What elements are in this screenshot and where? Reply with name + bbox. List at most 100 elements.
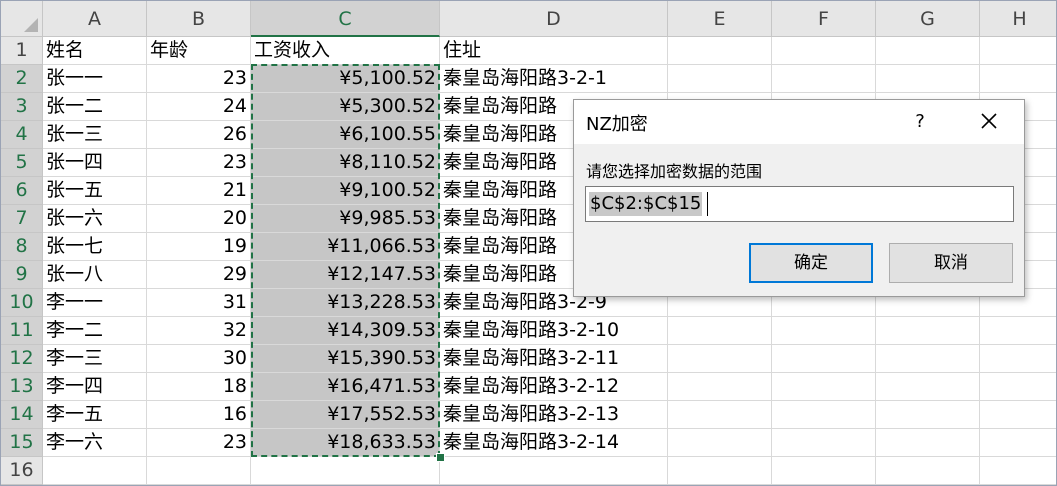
- empty-cell[interactable]: [876, 37, 980, 65]
- empty-cell[interactable]: [876, 429, 980, 457]
- income-cell[interactable]: ¥6,100.55: [251, 121, 440, 149]
- column-header-h[interactable]: H: [980, 1, 1056, 37]
- row-header-8[interactable]: 8: [1, 233, 43, 261]
- row-header-16[interactable]: 16: [1, 457, 43, 485]
- empty-cell[interactable]: [772, 429, 876, 457]
- age-cell[interactable]: 21: [147, 177, 251, 205]
- empty-cell[interactable]: [876, 345, 980, 373]
- empty-cell[interactable]: [772, 401, 876, 429]
- row-header-14[interactable]: 14: [1, 401, 43, 429]
- empty-cell[interactable]: [772, 457, 876, 485]
- empty-cell[interactable]: [772, 65, 876, 93]
- income-cell[interactable]: ¥14,309.53: [251, 317, 440, 345]
- age-cell[interactable]: 18: [147, 373, 251, 401]
- income-cell[interactable]: ¥18,633.53: [251, 429, 440, 457]
- empty-cell[interactable]: [668, 373, 772, 401]
- header-cell-address[interactable]: 住址: [440, 37, 668, 65]
- name-cell[interactable]: 李一一: [43, 289, 147, 317]
- age-cell[interactable]: 16: [147, 401, 251, 429]
- row-header-3[interactable]: 3: [1, 93, 43, 121]
- column-header-c[interactable]: C: [251, 1, 440, 37]
- name-cell[interactable]: 张一六: [43, 205, 147, 233]
- income-cell[interactable]: ¥5,300.52: [251, 93, 440, 121]
- income-cell[interactable]: ¥17,552.53: [251, 401, 440, 429]
- name-cell[interactable]: 李一四: [43, 373, 147, 401]
- age-cell[interactable]: 23: [147, 429, 251, 457]
- empty-cell[interactable]: [668, 65, 772, 93]
- close-button[interactable]: [974, 108, 1004, 136]
- row-header-7[interactable]: 7: [1, 205, 43, 233]
- name-cell[interactable]: 张一二: [43, 93, 147, 121]
- income-cell[interactable]: ¥9,100.52: [251, 177, 440, 205]
- header-cell-name[interactable]: 姓名: [43, 37, 147, 65]
- age-cell[interactable]: 32: [147, 317, 251, 345]
- empty-cell[interactable]: [876, 373, 980, 401]
- empty-cell[interactable]: [980, 429, 1056, 457]
- empty-cell[interactable]: [876, 457, 980, 485]
- column-header-a[interactable]: A: [43, 1, 147, 37]
- address-cell[interactable]: 秦皇岛海阳路3-2-11: [440, 345, 668, 373]
- income-cell[interactable]: ¥12,147.53: [251, 261, 440, 289]
- empty-cell[interactable]: [772, 373, 876, 401]
- age-cell[interactable]: 30: [147, 345, 251, 373]
- address-cell[interactable]: 秦皇岛海阳路3-2-13: [440, 401, 668, 429]
- column-header-f[interactable]: F: [772, 1, 876, 37]
- column-header-g[interactable]: G: [876, 1, 980, 37]
- address-cell[interactable]: 秦皇岛海阳路3-2-10: [440, 317, 668, 345]
- row-header-12[interactable]: 12: [1, 345, 43, 373]
- empty-cell[interactable]: [876, 317, 980, 345]
- row-header-15[interactable]: 15: [1, 429, 43, 457]
- age-cell[interactable]: 20: [147, 205, 251, 233]
- age-cell[interactable]: 26: [147, 121, 251, 149]
- empty-cell[interactable]: [668, 457, 772, 485]
- income-cell[interactable]: ¥15,390.53: [251, 345, 440, 373]
- empty-cell[interactable]: [876, 401, 980, 429]
- income-cell[interactable]: ¥11,066.53: [251, 233, 440, 261]
- dialog-titlebar[interactable]: NZ加密 ?: [574, 100, 1024, 144]
- empty-cell[interactable]: [440, 457, 668, 485]
- empty-cell[interactable]: [251, 457, 440, 485]
- empty-cell[interactable]: [980, 373, 1056, 401]
- age-cell[interactable]: 23: [147, 65, 251, 93]
- column-header-d[interactable]: D: [440, 1, 668, 37]
- name-cell[interactable]: 李一六: [43, 429, 147, 457]
- fill-handle[interactable]: [436, 453, 445, 462]
- empty-cell[interactable]: [980, 65, 1056, 93]
- row-header-4[interactable]: 4: [1, 121, 43, 149]
- address-cell[interactable]: 秦皇岛海阳路3-2-1: [440, 65, 668, 93]
- row-header-2[interactable]: 2: [1, 65, 43, 93]
- age-cell[interactable]: 19: [147, 233, 251, 261]
- row-header-10[interactable]: 10: [1, 289, 43, 317]
- cancel-button[interactable]: 取消: [889, 243, 1013, 283]
- help-button[interactable]: ?: [906, 108, 934, 136]
- income-cell[interactable]: ¥16,471.53: [251, 373, 440, 401]
- income-cell[interactable]: ¥9,985.53: [251, 205, 440, 233]
- empty-cell[interactable]: [980, 317, 1056, 345]
- empty-cell[interactable]: [668, 401, 772, 429]
- name-cell[interactable]: 张一八: [43, 261, 147, 289]
- empty-cell[interactable]: [980, 345, 1056, 373]
- row-header-9[interactable]: 9: [1, 261, 43, 289]
- empty-cell[interactable]: [668, 429, 772, 457]
- empty-cell[interactable]: [772, 317, 876, 345]
- row-header-11[interactable]: 11: [1, 317, 43, 345]
- empty-cell[interactable]: [43, 457, 147, 485]
- name-cell[interactable]: 李一三: [43, 345, 147, 373]
- empty-cell[interactable]: [668, 317, 772, 345]
- address-cell[interactable]: 秦皇岛海阳路3-2-14: [440, 429, 668, 457]
- income-cell[interactable]: ¥8,110.52: [251, 149, 440, 177]
- age-cell[interactable]: 24: [147, 93, 251, 121]
- name-cell[interactable]: 李一五: [43, 401, 147, 429]
- row-header-5[interactable]: 5: [1, 149, 43, 177]
- age-cell[interactable]: 23: [147, 149, 251, 177]
- select-all-button[interactable]: [1, 1, 43, 37]
- column-header-e[interactable]: E: [668, 1, 772, 37]
- age-cell[interactable]: 31: [147, 289, 251, 317]
- row-header-1[interactable]: 1: [1, 37, 43, 65]
- ok-button[interactable]: 确定: [749, 243, 873, 283]
- name-cell[interactable]: 张一五: [43, 177, 147, 205]
- header-cell-income[interactable]: 工资收入: [251, 37, 440, 65]
- address-cell[interactable]: 秦皇岛海阳路3-2-12: [440, 373, 668, 401]
- empty-cell[interactable]: [980, 37, 1056, 65]
- header-cell-age[interactable]: 年龄: [147, 37, 251, 65]
